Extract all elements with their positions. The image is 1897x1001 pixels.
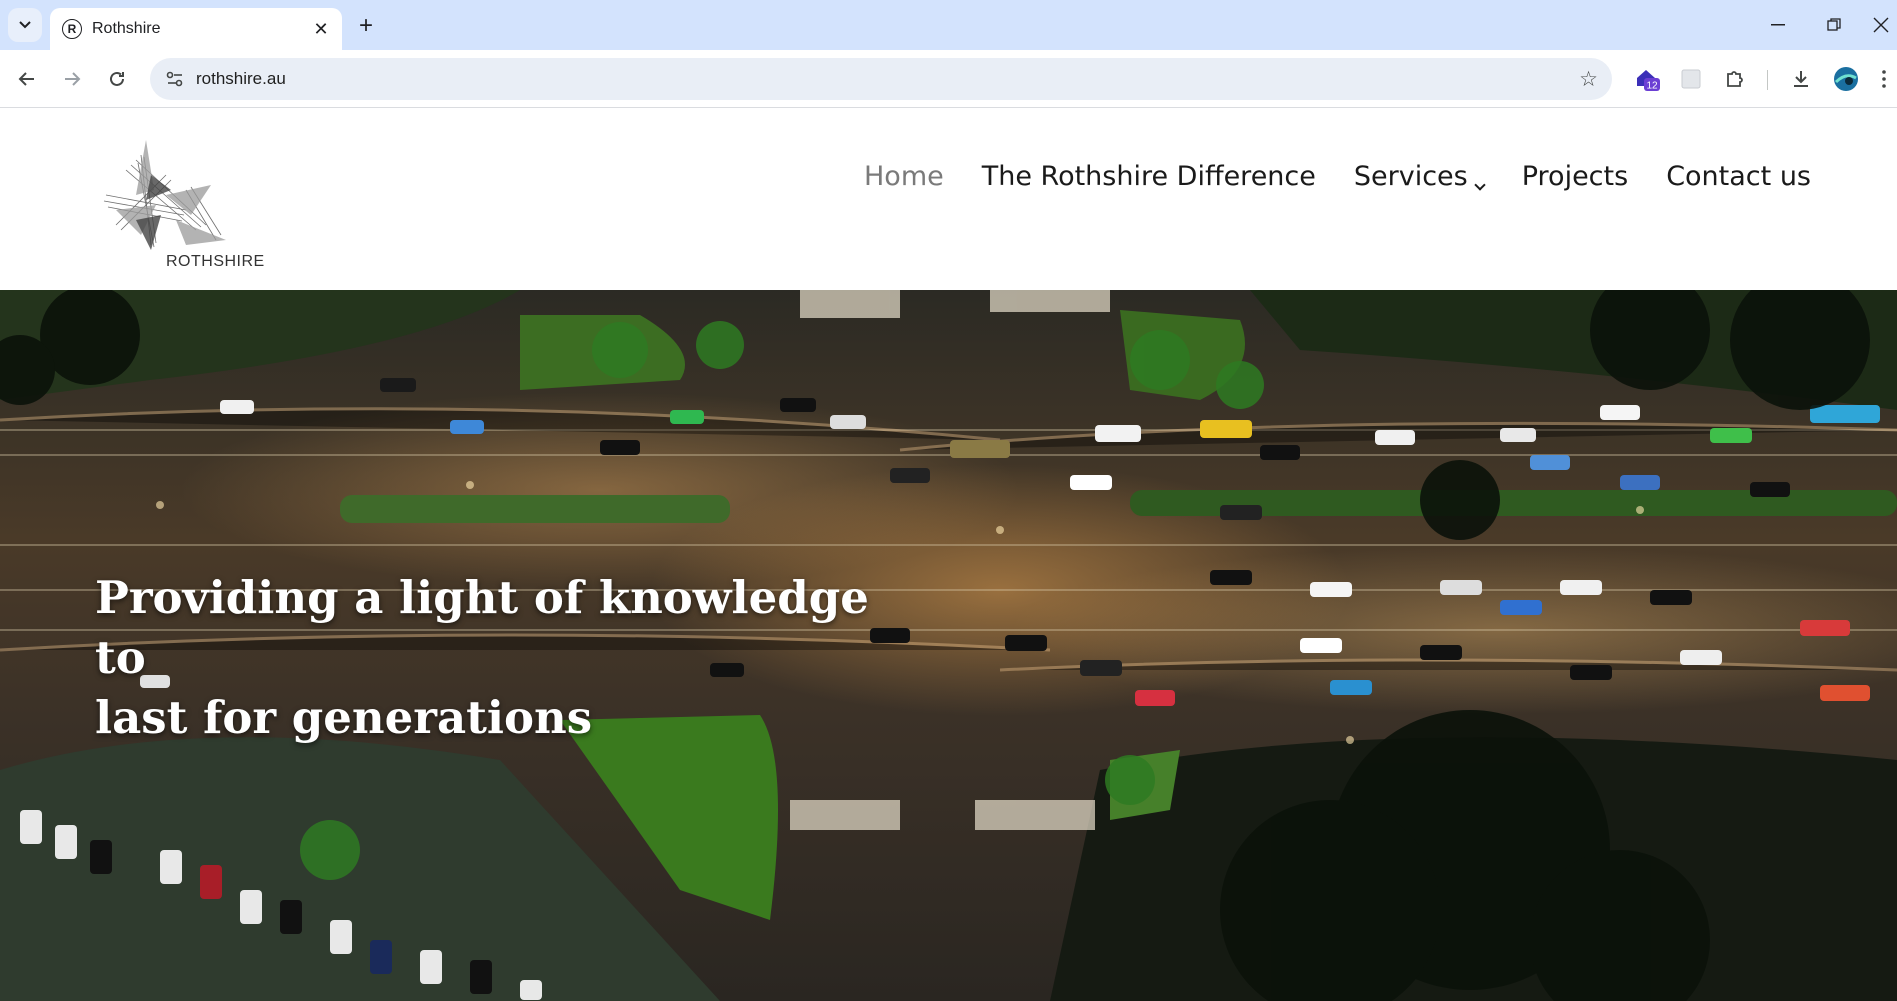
forward-button[interactable] [55, 62, 89, 96]
arrow-left-icon [18, 72, 34, 86]
reload-button[interactable] [100, 62, 134, 96]
browser-menu-icon[interactable] [1874, 64, 1894, 94]
main-navigation: Home The Rothshire Difference Services P… [864, 161, 1811, 192]
back-button[interactable] [10, 62, 44, 96]
browser-tab[interactable]: R Rothshire ✕ [50, 8, 342, 50]
minimize-window-button[interactable] [1758, 10, 1798, 40]
browser-toolbar: rothshire.au ☆ 12 [0, 50, 1897, 108]
extension-badge-icon[interactable]: 12 [1632, 64, 1662, 94]
downloads-icon[interactable] [1786, 64, 1816, 94]
close-tab-icon[interactable]: ✕ [310, 18, 332, 40]
site-favicon-icon: R [62, 19, 82, 39]
rothshire-logo-mark-icon [103, 140, 226, 250]
tab-search-button[interactable] [8, 8, 42, 42]
arrow-right-icon [65, 72, 81, 86]
bookmark-star-icon[interactable]: ☆ [1579, 67, 1598, 92]
nav-home[interactable]: Home [864, 161, 944, 192]
site-logo[interactable]: ROTHSHIRE [96, 135, 266, 281]
browser-tabstrip: R Rothshire ✕ + [0, 0, 1897, 50]
new-tab-button[interactable]: + [352, 12, 380, 40]
nav-services-label: Services [1353, 161, 1468, 192]
extension-badge-count: 12 [1646, 81, 1658, 92]
extension-placeholder-icon[interactable] [1676, 64, 1706, 94]
url-text[interactable]: rothshire.au [196, 69, 286, 89]
nav-contact-us[interactable]: Contact us [1666, 161, 1811, 192]
logo-wordmark: ROTHSHIRE [166, 253, 265, 270]
profile-avatar[interactable] [1831, 64, 1861, 94]
reload-icon [110, 71, 124, 86]
chevron-down-icon [1474, 179, 1486, 191]
chevron-down-icon [19, 21, 31, 29]
nav-projects[interactable]: Projects [1522, 161, 1628, 192]
restore-window-button[interactable] [1814, 10, 1854, 40]
close-window-button[interactable] [1866, 10, 1896, 40]
address-bar[interactable]: rothshire.au ☆ [150, 58, 1612, 100]
hero-banner: Providing a light of knowledge to last f… [0, 290, 1897, 1001]
hero-headline-line-2: last for generations [95, 691, 593, 744]
nav-rothshire-difference[interactable]: The Rothshire Difference [982, 161, 1316, 192]
extensions-puzzle-icon[interactable] [1720, 64, 1750, 94]
site-info-icon[interactable] [164, 68, 186, 90]
tab-title: Rothshire [92, 20, 161, 37]
nav-services[interactable]: Services [1353, 161, 1486, 192]
minimize-icon [1771, 24, 1785, 26]
hero-headline: Providing a light of knowledge to last f… [95, 568, 895, 748]
toolbar-divider [1767, 70, 1768, 90]
restore-icon [1827, 18, 1841, 31]
close-icon [1873, 17, 1889, 33]
site-header: ROTHSHIRE Home The Rothshire Difference … [0, 109, 1897, 290]
hero-headline-line-1: Providing a light of knowledge to [95, 571, 869, 684]
